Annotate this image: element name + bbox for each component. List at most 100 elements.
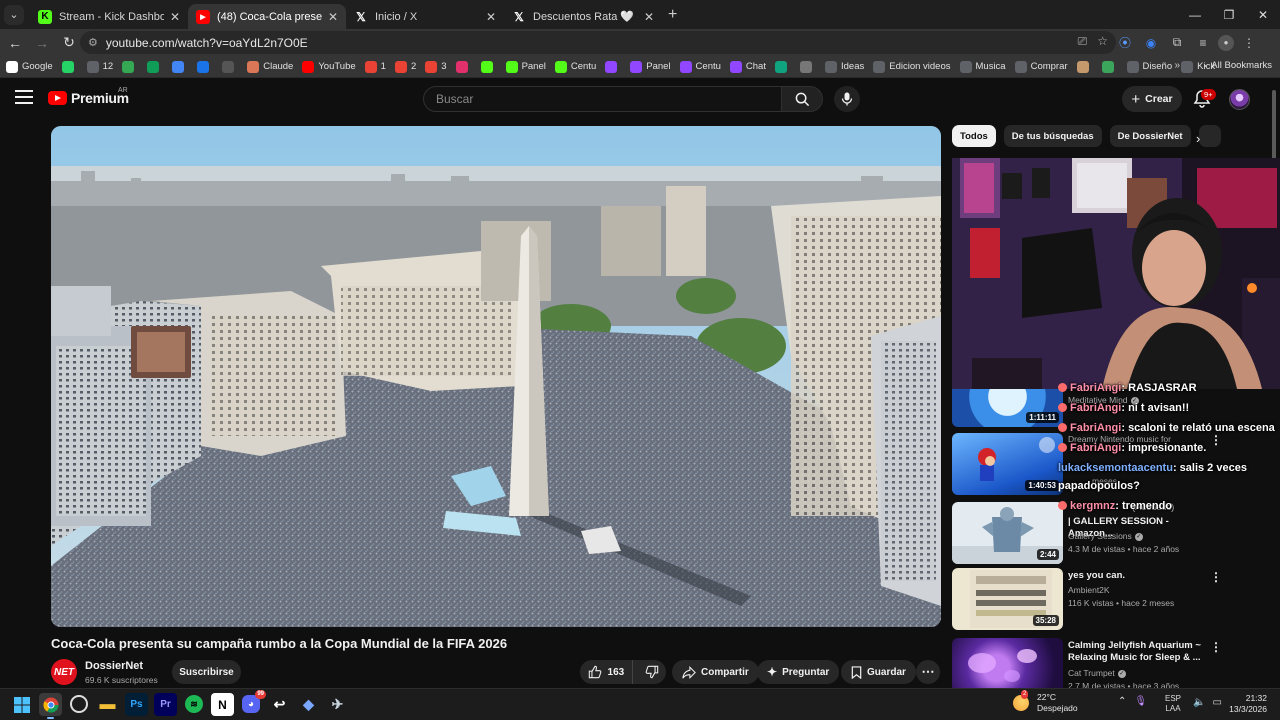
channel-name[interactable]: DossierNet [85,660,143,672]
bookmark-item[interactable] [605,60,621,73]
bookmark-item[interactable]: YouTube [302,60,356,73]
tab-x-descuentos[interactable]: 𝕏 Descuentos Rata 🤍 (@Descue ✕ [504,4,662,29]
create-button[interactable]: + Crear [1122,86,1182,112]
forward-button[interactable]: → [30,31,54,55]
bookmark-item[interactable]: Ideas [824,60,864,73]
bookmark-item[interactable] [480,60,497,73]
clock[interactable]: 21:32 13/3/2026 [1221,693,1267,715]
all-bookmarks-button[interactable]: All Bookmarks [1205,60,1272,71]
photoshop-icon[interactable]: Ps [125,693,148,716]
bookmark-item[interactable]: Panel [505,60,546,73]
bookmark-item[interactable] [455,60,472,73]
bookmark-item[interactable]: Claude [247,60,293,73]
bookmark-item[interactable] [774,60,791,73]
bookmark-item[interactable]: Edicion videos [873,60,951,73]
language-indicator[interactable]: ESP LAA [1165,694,1181,714]
chip-from-searches[interactable]: De tus búsquedas [1003,125,1102,147]
address-bar[interactable]: ⚙ youtube.com/watch?v=oaYdL2n7O0E ⎚ ☆ [80,31,1116,54]
channel-avatar[interactable]: NET [51,659,77,685]
bookmark-item[interactable] [147,60,163,73]
app-diamond-icon[interactable]: ◆ [297,693,320,716]
recommendation-item[interactable]: Calming Jellyfish Aquarium ~ Relaxing Mu… [952,638,1280,691]
ask-button[interactable]: ✦ Preguntar [757,660,840,684]
volume-icon[interactable]: 🔈 [1193,697,1205,708]
bookmark-item[interactable] [122,60,138,73]
bookmark-item[interactable] [172,60,188,73]
discord-icon[interactable]: ◕ 99 [242,690,266,713]
bookmark-item[interactable] [1101,60,1118,73]
profile-icon[interactable]: ● [1218,34,1234,51]
account-avatar[interactable] [1229,89,1250,110]
site-info-icon[interactable]: ⚙ [88,36,98,49]
chip-from-channel[interactable]: De DossierNet [1109,125,1191,147]
bookmark-item[interactable]: 3 [425,60,447,73]
tab-search-button[interactable]: ⌄ [4,4,24,25]
video-thumbnail[interactable]: 1:40:53 [952,433,1063,495]
microphone-tray-icon[interactable]: 🎙 [1134,696,1147,707]
wifi-extension-icon[interactable]: ⦿ [1114,32,1136,54]
bookmark-item[interactable] [61,60,78,73]
bookmark-item[interactable]: Centu [554,60,596,73]
bookmark-star-icon[interactable]: ☆ [1097,34,1108,49]
tab-kick-dashboard[interactable]: K Stream - Kick Dashboard ✕ [30,4,188,29]
new-tab-button[interactable]: + [668,6,677,24]
more-options-icon[interactable]: ⋮ [1210,570,1222,584]
minimize-button[interactable]: — [1178,0,1212,29]
spotify-icon[interactable]: ≋ [185,695,203,713]
premiere-icon[interactable]: Pr [154,693,177,716]
bookmark-item[interactable]: Panel [630,60,671,73]
chrome-icon[interactable] [39,693,62,719]
chip-todos[interactable]: Todos [952,125,996,147]
more-actions-button[interactable]: ⋯ [916,660,940,684]
install-app-icon[interactable]: ⎚ [1078,34,1088,49]
tab-youtube-video[interactable]: ▶ (48) Coca-Cola presenta su cam ✕ [188,4,346,29]
bookmark-item[interactable]: Musica [959,60,1006,73]
reading-list-icon[interactable]: ≡ [1192,32,1214,54]
bookmark-item[interactable]: 2 [394,60,416,73]
menu-kebab-icon[interactable]: ⋮ [1238,32,1260,54]
blue-extension-icon[interactable]: ◉ [1140,32,1162,54]
notion-icon[interactable]: N [211,693,234,716]
bookmark-item[interactable]: Google [6,60,53,73]
obs-icon[interactable] [70,695,88,713]
close-icon[interactable]: ✕ [170,10,180,24]
bookmark-item[interactable]: Comprar [1014,60,1068,73]
tab-x-home[interactable]: 𝕏 Inicio / X ✕ [346,4,504,29]
bookmark-item[interactable]: 12 [86,60,113,73]
more-options-icon[interactable]: ⋮ [1210,640,1222,654]
chip-partial[interactable] [1198,125,1221,147]
video-thumbnail[interactable] [952,638,1063,688]
close-icon[interactable]: ✕ [644,10,654,24]
voice-search-button[interactable] [834,86,860,112]
more-options-icon[interactable]: ⋮ [1210,433,1222,447]
bookmarks-overflow-icon[interactable]: » [1174,60,1180,71]
bookmark-item[interactable]: Chat [729,60,766,73]
bookmark-item[interactable]: Centu [679,60,721,73]
bookmark-item[interactable]: 1 [364,60,386,73]
close-window-button[interactable]: ✕ [1246,0,1280,29]
video-thumbnail[interactable]: 35:28 [952,568,1063,630]
steam-icon[interactable]: ✈ [326,693,349,716]
chevron-up-icon[interactable]: ⌃ [1118,696,1126,707]
recommendation-item[interactable]: 35:28 yes you can. Ambient2K 116 K vista… [952,568,1280,632]
close-icon[interactable]: ✕ [328,10,338,24]
save-button[interactable]: Guardar [841,660,916,684]
dislike-button[interactable] [638,660,666,684]
video-player[interactable] [51,126,941,627]
extensions-puzzle-icon[interactable]: ⧉ [1166,32,1188,54]
bookmark-item[interactable]: Diseño [1126,60,1172,73]
bookmark-item[interactable] [799,60,816,73]
file-explorer-icon[interactable]: ▬ [96,693,119,716]
video-thumbnail[interactable]: 1:11:11 [952,389,1063,427]
subscribe-button[interactable]: Suscribirse [172,660,241,684]
windows-start-icon[interactable] [10,693,33,716]
reload-button[interactable]: ↻ [57,31,81,55]
video-thumbnail[interactable]: 2:44 [952,502,1063,564]
bookmark-item[interactable] [222,60,238,73]
youtube-logo[interactable]: Premium AR [48,87,129,106]
hamburger-menu-icon[interactable] [15,90,33,104]
close-icon[interactable]: ✕ [486,10,496,24]
kick-app-icon[interactable]: ↩ [268,693,291,716]
bookmark-item[interactable] [1076,60,1093,73]
chevron-right-icon[interactable]: › [1196,131,1200,146]
